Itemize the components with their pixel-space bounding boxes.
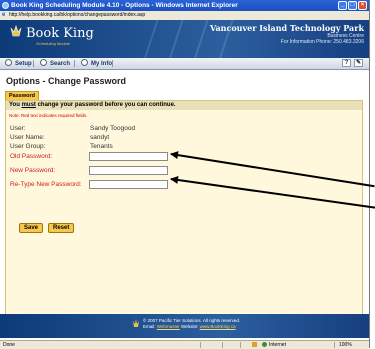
- nav-search[interactable]: Search: [40, 59, 70, 68]
- nav-setup[interactable]: Setup: [5, 59, 32, 68]
- nav-bar: Setup Search My Info ? ✎: [0, 58, 369, 70]
- org-info: Vancouver Island Technology Park Busines…: [210, 23, 364, 45]
- brand-subtitle: Scheduling Module: [36, 41, 71, 46]
- must-prefix: You: [9, 102, 22, 108]
- search-icon: [40, 59, 47, 66]
- save-button[interactable]: Save: [19, 223, 44, 233]
- nav-search-label: Search: [50, 61, 71, 67]
- group-value: Tenants: [90, 143, 113, 150]
- wrench-button[interactable]: ✎: [354, 59, 363, 67]
- crown-logo-icon: [133, 319, 139, 327]
- reset-button[interactable]: Reset: [48, 223, 75, 233]
- page-icon: e: [2, 12, 6, 18]
- required-note: Note: Red text indicates required fields…: [9, 113, 88, 118]
- crown-logo-icon: [10, 25, 22, 37]
- website-prefix: Website:: [179, 324, 200, 329]
- nav-my-info[interactable]: My Info: [81, 59, 112, 68]
- maximize-button[interactable]: □: [348, 1, 357, 10]
- website-link[interactable]: www.BookKing.ca: [200, 324, 236, 329]
- org-name: Vancouver Island Technology Park: [209, 23, 364, 33]
- address-url[interactable]: http://help.bookking.ca/bk/options/chang…: [9, 12, 145, 19]
- close-button[interactable]: ×: [358, 1, 367, 10]
- new-password-label: New Password:: [10, 167, 56, 174]
- ie-icon: [2, 2, 9, 9]
- nav-my-info-label: My Info: [91, 61, 112, 67]
- must-suffix: change your password before you can cont…: [35, 102, 176, 108]
- username-value: sandyt: [90, 134, 110, 141]
- footer-copyright: © 2007 Pacific Tier Solutions. All right…: [143, 318, 241, 323]
- site-footer: © 2007 Pacific Tier Solutions. All right…: [0, 314, 369, 338]
- footer-links: Email: Webmaster Website: www.BookKing.c…: [143, 324, 236, 329]
- tab-row: Password: [5, 91, 363, 100]
- new-password-input[interactable]: [89, 166, 168, 175]
- lock-icon: [252, 342, 257, 347]
- title-bar: Book King Scheduling Module 4.10 - Optio…: [0, 0, 369, 11]
- tab-password[interactable]: Password: [5, 91, 39, 100]
- browser-window: Book King Scheduling Module 4.10 - Optio…: [0, 0, 370, 349]
- setup-icon: [5, 59, 12, 66]
- password-panel: You must change your password before you…: [5, 100, 363, 334]
- zone-label: Internet: [269, 342, 286, 348]
- old-password-label: Old Password:: [10, 153, 53, 160]
- globe-icon: [262, 342, 267, 347]
- person-icon: [81, 59, 88, 66]
- group-label: User Group:: [10, 143, 46, 150]
- webmaster-link[interactable]: Webmaster: [157, 324, 180, 329]
- username-label: User Name:: [10, 134, 45, 141]
- org-phone: For Information Phone: 250.483.3206: [280, 39, 364, 45]
- user-label: User:: [10, 125, 26, 132]
- must-word: must: [21, 102, 36, 108]
- brand-name[interactable]: Book King: [26, 26, 94, 41]
- retype-password-label: Re-Type New Password:: [10, 181, 82, 188]
- must-change-notice: You must change your password before you…: [6, 101, 362, 110]
- retype-password-input[interactable]: [89, 180, 168, 189]
- nav-setup-label: Setup: [15, 61, 32, 67]
- minimize-button[interactable]: _: [338, 1, 347, 10]
- user-value: Sandy Toogood: [90, 125, 136, 132]
- old-password-input[interactable]: [89, 152, 168, 161]
- window-title: Book King Scheduling Module 4.10 - Optio…: [11, 2, 238, 9]
- help-button[interactable]: ?: [342, 59, 351, 67]
- site-header: Book King Scheduling Module Vancouver Is…: [0, 20, 369, 58]
- page-title: Options - Change Password: [6, 76, 127, 86]
- email-prefix: Email:: [143, 324, 157, 329]
